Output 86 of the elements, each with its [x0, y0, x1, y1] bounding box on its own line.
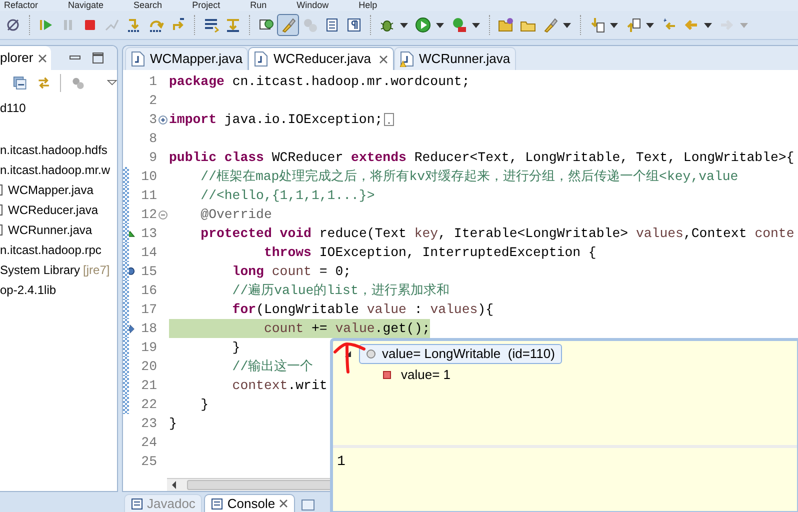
code-line: //遍历value的list，进行累加求和: [231, 282, 450, 300]
hand-drawn-arrow: [332, 342, 366, 374]
line-number: 23: [140, 414, 157, 433]
view-title: plorer: [0, 49, 34, 68]
line-number: 1: [148, 72, 157, 91]
tree-item[interactable]: n.itcast.hadoop.rpc: [0, 241, 102, 259]
code-line: long count = 0;: [231, 263, 352, 281]
file-icon: [0, 224, 3, 236]
variable-row[interactable]: value= 1: [381, 365, 453, 385]
code-line: context.writ: [231, 377, 328, 395]
code-line: }: [231, 339, 240, 357]
code-line: package cn.itcast.hadoop.mr.wordcount;: [169, 73, 470, 91]
java-file-icon: [254, 51, 268, 67]
editor-tab[interactable]: WCMapper.java: [125, 47, 248, 70]
editor-tab[interactable]: WCReducer.java: [248, 47, 394, 70]
line-number: 2: [148, 92, 157, 110]
line-number: 11: [140, 186, 157, 205]
code-line: }: [200, 396, 209, 414]
line-number: 21: [140, 376, 157, 395]
panel-tab-icon[interactable]: [301, 498, 316, 512]
field-icon: [383, 371, 391, 379]
tree-item[interactable]: WCMapper.java: [8, 181, 94, 199]
line-number: 13: [140, 224, 157, 243]
link-arrows-icon[interactable]: [36, 75, 50, 91]
line-number: 9: [148, 148, 157, 167]
close-icon[interactable]: [379, 54, 388, 64]
line-number: 24: [140, 434, 157, 452]
code-line: //输出这一个: [231, 358, 314, 376]
scroll-left-icon[interactable]: [171, 481, 177, 489]
variable-row[interactable]: value= LongWritable (id=110): [359, 344, 562, 364]
menu-item[interactable]: Search: [134, 0, 162, 11]
line-number: 15: [140, 262, 157, 281]
close-icon[interactable]: [279, 499, 288, 508]
tree-item[interactable]: System Library: [0, 261, 80, 279]
java-file-icon: [400, 51, 414, 67]
menu-item[interactable]: Run: [250, 0, 267, 11]
line-number: 16: [140, 282, 157, 300]
line-number: 12: [140, 206, 157, 224]
code-line: @Override: [200, 206, 272, 224]
tree-item[interactable]: n.itcast.hadoop.hdfs: [0, 141, 108, 159]
collapse-icon[interactable]: [158, 210, 168, 220]
object-icon: [366, 349, 376, 359]
explorer-tab[interactable]: plorer: [0, 46, 52, 70]
line-number: 19: [140, 338, 157, 357]
line-number: 18: [140, 320, 157, 338]
menu-item[interactable]: Navigate: [68, 0, 104, 11]
editor-tab[interactable]: WCRunner.java: [394, 47, 516, 70]
line-number: 25: [140, 452, 157, 471]
tree-item-decoration: [jre7]: [83, 262, 110, 279]
close-icon[interactable]: [38, 54, 48, 62]
line-number: 3: [148, 110, 157, 129]
code-line: throws IOException, InterruptedException {: [262, 244, 596, 262]
code-line: //框架在map处理完成之后，将所有kv对缓存起来，进行分组，然后传递一个组<key,value: [200, 168, 738, 186]
menu-item[interactable]: Project: [192, 0, 220, 11]
file-icon: [0, 184, 3, 196]
line-number: 17: [140, 300, 157, 319]
detail-value: 1: [336, 453, 346, 472]
code-line: public class WCReducer extends Reducer<Text, LongWritable, Text, LongWritable>{: [169, 149, 794, 167]
tree-item[interactable]: WCRunner.java: [8, 221, 92, 239]
line-number: 10: [140, 168, 157, 186]
menu-item[interactable]: Window: [296, 0, 329, 11]
menu-item[interactable]: Refactor: [4, 0, 38, 11]
code-line: }: [169, 415, 177, 433]
code-line: for(LongWritable value : values){: [231, 301, 494, 319]
folded-code-icon[interactable]: [384, 113, 394, 126]
tree-item[interactable]: op-2.4.1lib: [0, 281, 56, 299]
panel-tab[interactable]: Console: [204, 494, 296, 512]
expand-icon[interactable]: [158, 114, 168, 124]
java-file-icon: [131, 51, 145, 67]
tree-item[interactable]: WCReducer.java: [8, 201, 98, 219]
panel-icon: [211, 498, 224, 510]
file-icon: [0, 204, 3, 216]
line-number: 14: [140, 244, 157, 262]
tree-item[interactable]: d110: [0, 99, 26, 117]
maximize-icon[interactable]: [92, 52, 104, 64]
code-line: import java.io.IOException;: [169, 111, 383, 129]
tree-item[interactable]: n.itcast.hadoop.mr.w: [0, 161, 110, 179]
dropdown-icon[interactable]: [106, 79, 117, 87]
menu-item[interactable]: Help: [358, 0, 378, 11]
collapse-all-icon[interactable]: [13, 75, 27, 91]
panel-icon: [131, 498, 143, 510]
code-line: protected void reduce(Text key, Iterable<LongWritable> values,Context conte: [200, 225, 794, 243]
line-number: 22: [140, 396, 157, 414]
line-number: 8: [148, 130, 157, 148]
code-line: //<hello,{1,1,1,1...}>: [200, 187, 375, 205]
line-number: 20: [140, 358, 157, 376]
